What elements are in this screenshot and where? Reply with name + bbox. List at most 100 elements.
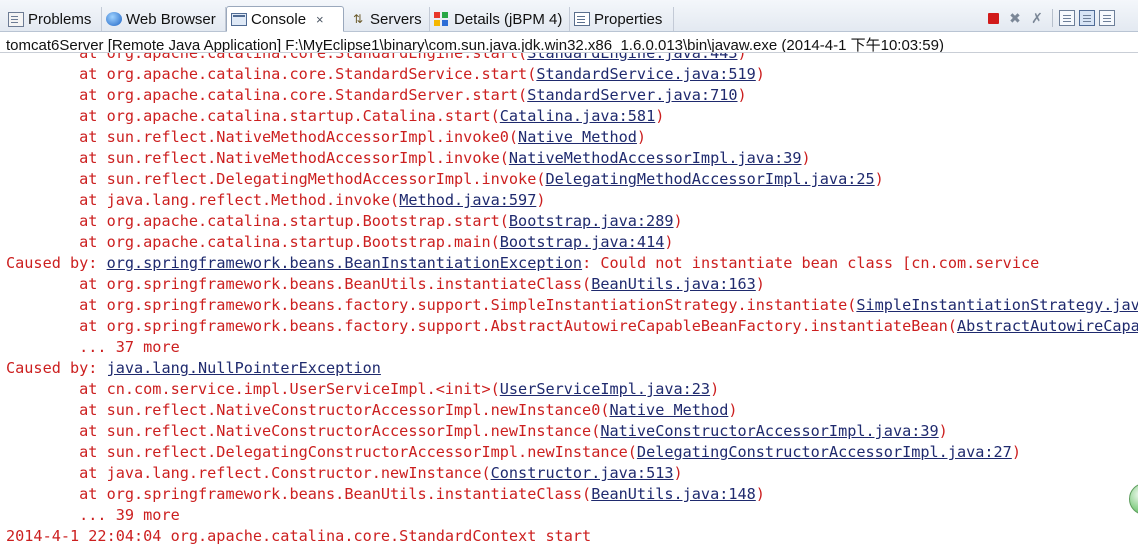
console-toolbar: ✖ ✗ bbox=[984, 8, 1115, 28]
console-line: at org.apache.catalina.startup.Catalina.… bbox=[6, 106, 1138, 127]
console-line-text: at org.apache.catalina.core.StandardServ… bbox=[6, 65, 537, 83]
tab-problems[interactable]: Problems bbox=[4, 7, 102, 31]
console-line: ... 37 more bbox=[6, 337, 1138, 358]
console-line: at sun.reflect.NativeConstructorAccessor… bbox=[6, 400, 1138, 421]
stack-trace-link[interactable]: StandardService.java:519 bbox=[536, 65, 755, 83]
stack-trace-link[interactable]: StandardServer.java:710 bbox=[527, 86, 737, 104]
properties-icon bbox=[574, 12, 590, 26]
console-line: at sun.reflect.DelegatingConstructorAcce… bbox=[6, 442, 1138, 463]
stack-trace-link[interactable]: org.springframework.beans.BeanInstantiat… bbox=[107, 254, 582, 272]
console-line: at sun.reflect.DelegatingMethodAccessorI… bbox=[6, 169, 1138, 190]
console-line-text: ... 39 more bbox=[6, 506, 180, 524]
console-line-text: at java.lang.reflect.Method.invoke( bbox=[6, 191, 400, 209]
console-line-text: ) bbox=[636, 128, 647, 146]
console-line-text: ) bbox=[728, 401, 738, 419]
stack-trace-link[interactable]: StandardEngine.java:443 bbox=[527, 53, 737, 62]
console-line-text: ) bbox=[737, 86, 747, 104]
console-line-text: ... 37 more bbox=[6, 338, 180, 356]
console-line: at org.apache.catalina.core.StandardServ… bbox=[6, 64, 1138, 85]
console-line-text: 2014-4-1 22:04:04 org.apache.catalina.co… bbox=[6, 527, 592, 545]
console-line-text: ) bbox=[755, 485, 765, 503]
problems-icon bbox=[8, 11, 24, 27]
stack-trace-link[interactable]: UserServiceImpl.java:23 bbox=[500, 380, 710, 398]
stack-trace-link[interactable]: NativeMethodAccessorImpl.java:39 bbox=[509, 149, 802, 167]
console-output[interactable]: at org.apache.catalina.core.StandardEngi… bbox=[0, 52, 1138, 549]
console-line: at org.apache.catalina.startup.Bootstrap… bbox=[6, 211, 1138, 232]
console-line: at java.lang.reflect.Method.invoke(Metho… bbox=[6, 190, 1138, 211]
tab-label: Details (jBPM 4) bbox=[454, 10, 563, 28]
console-line-text: at org.apache.catalina.core.StandardEngi… bbox=[6, 52, 528, 62]
toolbar-separator bbox=[1052, 9, 1053, 27]
console-line-text: at org.springframework.beans.BeanUtils.i… bbox=[6, 485, 592, 503]
console-line-text: at org.apache.catalina.startup.Bootstrap… bbox=[6, 233, 500, 251]
console-line-text: at sun.reflect.NativeMethodAccessorImpl.… bbox=[6, 128, 519, 146]
stack-trace-link[interactable]: Catalina.java:581 bbox=[500, 107, 655, 125]
stack-trace-link[interactable]: DelegatingConstructorAccessorImpl.java:2… bbox=[637, 443, 1012, 461]
console-lines: at org.apache.catalina.core.StandardEngi… bbox=[6, 52, 1138, 547]
stack-trace-link[interactable]: Bootstrap.java:414 bbox=[500, 233, 665, 251]
console-line-text: : Could not instantiate bean class [cn.c… bbox=[582, 254, 1040, 272]
stack-trace-link[interactable]: Method.java:597 bbox=[399, 191, 536, 209]
scroll-lock-icon[interactable] bbox=[1059, 10, 1075, 26]
console-line: Caused by: org.springframework.beans.Bea… bbox=[6, 253, 1138, 274]
servers-icon: ⇅ bbox=[352, 12, 364, 26]
console-line-text: ) bbox=[938, 422, 948, 440]
stack-trace-link[interactable]: Native Method bbox=[518, 128, 637, 146]
console-line: at org.springframework.beans.factory.sup… bbox=[6, 295, 1138, 316]
console-line-text: ) bbox=[755, 275, 765, 293]
console-line-text: ) bbox=[737, 52, 747, 62]
stack-trace-link[interactable]: BeanUtils.java:163 bbox=[591, 275, 756, 293]
console-line-text: ) bbox=[874, 170, 884, 188]
details-icon bbox=[434, 12, 450, 26]
console-line: at org.springframework.beans.BeanUtils.i… bbox=[6, 484, 1138, 505]
console-line: at sun.reflect.NativeMethodAccessorImpl.… bbox=[6, 127, 1138, 148]
console-line-text: at org.springframework.beans.factory.sup… bbox=[6, 317, 957, 335]
stack-trace-link[interactable]: BeanUtils.java:148 bbox=[591, 485, 756, 503]
console-line: at org.apache.catalina.core.StandardEngi… bbox=[6, 52, 1138, 64]
eclipse-console-view: Problems Web Browser Console × ⇅ Servers… bbox=[0, 0, 1138, 549]
stack-trace-link[interactable]: DelegatingMethodAccessorImpl.java:25 bbox=[545, 170, 874, 188]
console-line-text: at cn.com.service.impl.UserServiceImpl.<… bbox=[6, 380, 500, 398]
stack-trace-link[interactable]: Constructor.java:513 bbox=[491, 464, 674, 482]
stack-trace-link[interactable]: Bootstrap.java:289 bbox=[509, 212, 674, 230]
tab-properties[interactable]: Properties bbox=[570, 7, 674, 31]
stack-trace-link[interactable]: Native Method bbox=[609, 401, 728, 419]
console-line-text: ) bbox=[801, 149, 811, 167]
console-line-text: ) bbox=[664, 233, 674, 251]
console-line-text: at org.apache.catalina.core.StandardServ… bbox=[6, 86, 528, 104]
console-line-text: at org.springframework.beans.factory.sup… bbox=[6, 296, 857, 314]
remove-launch-icon[interactable]: ✖ bbox=[1006, 9, 1024, 27]
console-line-text: at sun.reflect.DelegatingMethodAccessorI… bbox=[6, 170, 546, 188]
console-line: at sun.reflect.NativeConstructorAccessor… bbox=[6, 421, 1138, 442]
stack-trace-link[interactable]: SimpleInstantiationStrategy.java:87 bbox=[856, 296, 1138, 314]
terminate-icon[interactable] bbox=[984, 9, 1002, 27]
tab-details[interactable]: Details (jBPM 4) bbox=[430, 7, 570, 31]
console-line-text: ) bbox=[655, 107, 665, 125]
console-line-text: at java.lang.reflect.Constructor.newInst… bbox=[6, 464, 491, 482]
console-line-text: at sun.reflect.NativeConstructorAccessor… bbox=[6, 401, 610, 419]
console-line-text: at sun.reflect.DelegatingConstructorAcce… bbox=[6, 443, 637, 461]
console-line-text: at org.springframework.beans.BeanUtils.i… bbox=[6, 275, 592, 293]
console-line-text: at sun.reflect.NativeConstructorAccessor… bbox=[6, 422, 601, 440]
console-line: at org.apache.catalina.startup.Bootstrap… bbox=[6, 232, 1138, 253]
tab-label: Console bbox=[251, 10, 307, 28]
stack-trace-link[interactable]: NativeConstructorAccessorImpl.java:39 bbox=[600, 422, 938, 440]
view-tab-bar: Problems Web Browser Console × ⇅ Servers… bbox=[0, 0, 1138, 32]
stack-trace-link[interactable]: AbstractAutowireCapableBeanFactory.java:… bbox=[957, 317, 1138, 335]
tab-label: Properties bbox=[594, 10, 663, 28]
console-line: at org.springframework.beans.BeanUtils.i… bbox=[6, 274, 1138, 295]
console-line-text: Caused by: bbox=[6, 254, 107, 272]
close-icon[interactable]: × bbox=[316, 13, 324, 26]
console-line: at cn.com.service.impl.UserServiceImpl.<… bbox=[6, 379, 1138, 400]
tab-console[interactable]: Console × bbox=[226, 6, 344, 32]
tab-web-browser[interactable]: Web Browser bbox=[102, 7, 226, 31]
console-line: at org.apache.catalina.core.StandardServ… bbox=[6, 85, 1138, 106]
pin-console-icon[interactable] bbox=[1099, 10, 1115, 26]
console-line-text: at org.apache.catalina.startup.Bootstrap… bbox=[6, 212, 509, 230]
tab-servers[interactable]: ⇅ Servers bbox=[346, 7, 430, 31]
stack-trace-link[interactable]: java.lang.NullPointerException bbox=[107, 359, 381, 377]
console-line: at java.lang.reflect.Constructor.newInst… bbox=[6, 463, 1138, 484]
word-wrap-icon[interactable] bbox=[1079, 10, 1095, 26]
console-line-text: ) bbox=[536, 191, 546, 209]
remove-all-terminated-icon[interactable]: ✗ bbox=[1028, 9, 1046, 27]
